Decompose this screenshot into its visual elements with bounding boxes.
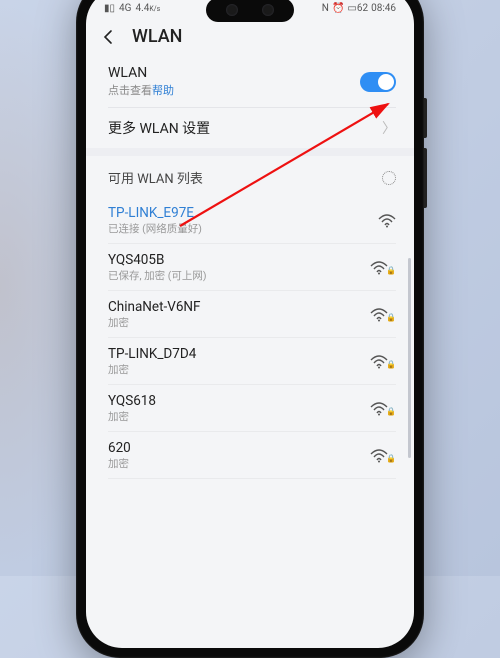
signal-icon: ▮▯ xyxy=(104,3,115,14)
wifi-status: 加密 xyxy=(108,362,196,377)
wlan-help[interactable]: 点击查看帮助 xyxy=(108,82,174,98)
wifi-signal-icon: 🔒 xyxy=(370,260,396,275)
network-type: 4G xyxy=(119,3,131,14)
wifi-network-row[interactable]: ChinaNet-V6NF加密 🔒 xyxy=(86,291,414,338)
wifi-signal-icon xyxy=(378,214,396,228)
alarm-icon: ⏰ xyxy=(332,3,344,14)
back-button[interactable] xyxy=(100,28,118,46)
wifi-ssid: 620 xyxy=(108,440,131,456)
loading-spinner-icon xyxy=(382,171,396,185)
screen: ▮▯ 4G 4.4K/s N ⏰ ▭62 08:46 WLAN WLAN xyxy=(86,0,414,648)
wlan-label: WLAN xyxy=(108,65,174,81)
wifi-status: 已保存, 加密 (可上网) xyxy=(108,268,207,283)
scrollbar[interactable] xyxy=(408,258,411,458)
wifi-ssid: TP-LINK_E97E xyxy=(108,205,202,221)
wifi-status: 加密 xyxy=(108,315,201,330)
more-wlan-label: 更多 WLAN 设置 xyxy=(108,118,210,138)
chevron-right-icon: 〉 xyxy=(382,118,396,138)
volume-button xyxy=(424,98,427,138)
wifi-signal-icon: 🔒 xyxy=(370,448,396,463)
wifi-network-row[interactable]: TP-LINK_E97E已连接 (网络质量好) xyxy=(86,197,414,244)
wifi-status: 加密 xyxy=(108,409,156,424)
wifi-ssid: YQS405B xyxy=(108,252,207,268)
battery-icon: ▭62 xyxy=(347,3,368,14)
page-title: WLAN xyxy=(132,26,182,47)
nfc-icon: N xyxy=(322,3,329,14)
wifi-network-row[interactable]: TP-LINK_D7D4加密 🔒 xyxy=(86,338,414,385)
wifi-network-row[interactable]: YQS618加密 🔒 xyxy=(86,385,414,432)
camera-notch xyxy=(206,0,294,22)
wifi-network-row[interactable]: 620加密 🔒 xyxy=(86,432,414,479)
available-networks-header: 可用 WLAN 列表 xyxy=(86,156,414,197)
wifi-status: 加密 xyxy=(108,456,131,471)
available-heading: 可用 WLAN 列表 xyxy=(108,168,203,187)
wifi-network-row[interactable]: YQS405B已保存, 加密 (可上网) 🔒 xyxy=(86,244,414,291)
phone-frame: ▮▯ 4G 4.4K/s N ⏰ ▭62 08:46 WLAN WLAN xyxy=(76,0,424,658)
clock: 08:46 xyxy=(371,3,396,14)
speed: 4.4K/s xyxy=(135,3,160,14)
wifi-ssid: YQS618 xyxy=(108,393,156,409)
more-wlan-row[interactable]: 更多 WLAN 设置 〉 xyxy=(86,108,414,148)
wifi-status: 已连接 (网络质量好) xyxy=(108,221,202,236)
wifi-signal-icon: 🔒 xyxy=(370,354,396,369)
wifi-signal-icon: 🔒 xyxy=(370,401,396,416)
wifi-ssid: ChinaNet-V6NF xyxy=(108,299,201,315)
wifi-signal-icon: 🔒 xyxy=(370,307,396,322)
wlan-toggle-row[interactable]: WLAN 点击查看帮助 xyxy=(86,55,414,108)
wlan-toggle[interactable] xyxy=(360,72,396,92)
power-button xyxy=(424,148,427,208)
wifi-ssid: TP-LINK_D7D4 xyxy=(108,346,196,362)
